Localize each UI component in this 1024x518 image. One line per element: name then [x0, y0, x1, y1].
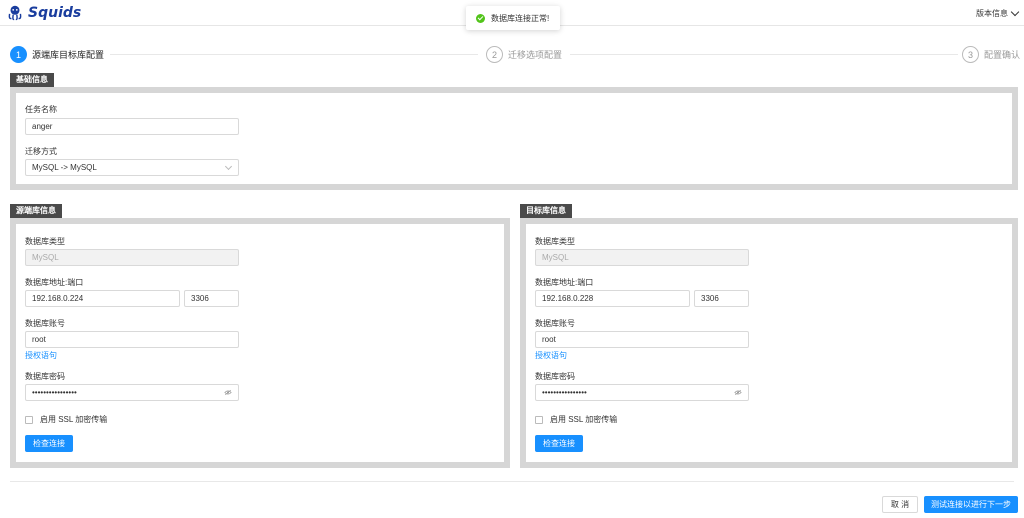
source-db-type-input: MySQL: [25, 249, 239, 266]
target-db-type-input: MySQL: [535, 249, 749, 266]
footer-divider: [10, 481, 1014, 482]
source-account-label: 数据库账号: [25, 319, 65, 328]
source-db-tag: 源端库信息: [10, 204, 62, 218]
source-grant-link[interactable]: 授权语句: [25, 350, 57, 361]
step-label: 源端库目标库配置: [32, 50, 105, 60]
source-account-input[interactable]: root: [25, 331, 239, 348]
logo-text: Squids: [28, 5, 82, 21]
source-password-label: 数据库密码: [25, 372, 65, 381]
test-connection-next-button[interactable]: 测试连接以进行下一步: [924, 496, 1018, 513]
target-address-label: 数据库地址:端口: [535, 278, 594, 287]
target-password-value: ••••••••••••••••: [542, 388, 587, 397]
toast-message: 数据库连接正常!: [491, 13, 550, 23]
target-db-tag: 目标库信息: [520, 204, 572, 218]
task-name-label: 任务名称: [25, 105, 57, 114]
step-connector: [570, 54, 958, 55]
source-ssl-label: 启用 SSL 加密传输: [40, 415, 108, 424]
octopus-logo-icon: [8, 5, 22, 21]
source-ssl-checkbox[interactable]: 启用 SSL 加密传输: [25, 414, 107, 425]
target-password-input[interactable]: ••••••••••••••••: [535, 384, 749, 401]
source-host-input[interactable]: 192.168.0.224: [25, 290, 180, 307]
eye-hidden-icon[interactable]: [734, 389, 742, 396]
migration-method-label: 迁移方式: [25, 147, 57, 156]
step-connector: [110, 54, 478, 55]
logo[interactable]: Squids: [6, 4, 81, 22]
source-password-input[interactable]: ••••••••••••••••: [25, 384, 239, 401]
basic-info-panel: 任务名称 anger 迁移方式 MySQL -> MySQL: [10, 87, 1018, 190]
source-db-panel: 数据库类型 MySQL 数据库地址:端口 192.168.0.224 3306 …: [10, 218, 510, 468]
migration-method-select[interactable]: MySQL -> MySQL: [25, 159, 239, 176]
step-number: 3: [962, 46, 979, 63]
task-name-input[interactable]: anger: [25, 118, 239, 135]
chevron-down-icon: [1010, 7, 1020, 17]
cancel-button[interactable]: 取 消: [882, 496, 918, 513]
step-indicator: 1 源端库目标库配置 2 迁移选项配置 3 配置确认: [10, 46, 1020, 64]
basic-info-tag: 基础信息: [10, 73, 54, 87]
target-account-input[interactable]: root: [535, 331, 749, 348]
step-label: 配置确认: [984, 50, 1021, 60]
chevron-down-icon: [224, 162, 233, 171]
target-account-label: 数据库账号: [535, 319, 575, 328]
target-password-label: 数据库密码: [535, 372, 575, 381]
target-grant-link[interactable]: 授权语句: [535, 350, 567, 361]
source-check-connection-button[interactable]: 检查连接: [25, 435, 73, 452]
step-2: 2 迁移选项配置: [486, 46, 562, 63]
source-port-input[interactable]: 3306: [184, 290, 239, 307]
step-1: 1 源端库目标库配置: [10, 46, 104, 63]
source-password-value: ••••••••••••••••: [32, 388, 77, 397]
target-check-connection-button[interactable]: 检查连接: [535, 435, 583, 452]
success-toast: 数据库连接正常!: [466, 6, 560, 30]
checkbox-box[interactable]: [25, 415, 33, 424]
check-circle-icon: [476, 13, 485, 23]
step-number: 2: [486, 46, 503, 63]
step-3: 3 配置确认: [962, 46, 1020, 63]
source-db-type-label: 数据库类型: [25, 237, 65, 246]
version-info-menu[interactable]: 版本信息: [976, 7, 1020, 19]
source-address-label: 数据库地址:端口: [25, 278, 84, 287]
checkbox-box[interactable]: [535, 415, 543, 424]
step-number: 1: [10, 46, 27, 63]
target-db-panel: 数据库类型 MySQL 数据库地址:端口 192.168.0.228 3306 …: [520, 218, 1018, 468]
step-label: 迁移选项配置: [508, 50, 563, 60]
target-ssl-checkbox[interactable]: 启用 SSL 加密传输: [535, 414, 617, 425]
target-ssl-label: 启用 SSL 加密传输: [550, 415, 618, 424]
version-info-label: 版本信息: [976, 9, 1008, 18]
target-port-input[interactable]: 3306: [694, 290, 749, 307]
target-host-input[interactable]: 192.168.0.228: [535, 290, 690, 307]
eye-hidden-icon[interactable]: [224, 389, 232, 396]
migration-method-value: MySQL -> MySQL: [32, 163, 97, 172]
target-db-type-label: 数据库类型: [535, 237, 575, 246]
